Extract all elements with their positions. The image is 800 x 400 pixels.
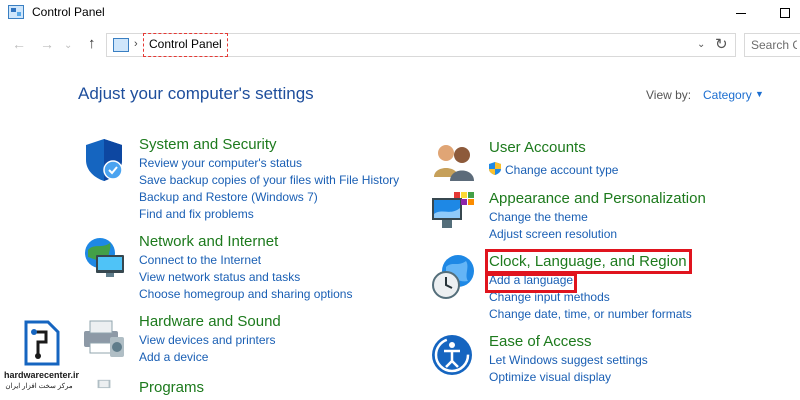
recent-locations-chevron-icon[interactable]: ⌄ <box>64 38 72 54</box>
refresh-icon[interactable]: ↻ <box>715 35 728 53</box>
watermark-logo: hardwarecenter.ir مرکز سخت افزار ایران <box>4 316 80 400</box>
category-title[interactable]: System and Security <box>139 136 277 153</box>
search-input[interactable] <box>744 33 800 57</box>
control-panel-icon <box>8 5 24 19</box>
watermark-subtext: مرکز سخت افزار ایران <box>5 383 73 390</box>
dropdown-caret-icon[interactable]: ▼ <box>755 89 764 99</box>
category-appearance-personalization: Appearance and Personalization Change th… <box>430 190 770 245</box>
category-ease-of-access: Ease of Access Let Windows suggest setti… <box>430 333 770 388</box>
page-title: Adjust your computer's settings <box>78 84 314 103</box>
link-file-history[interactable]: Save backup copies of your files with Fi… <box>139 173 399 187</box>
category-title[interactable]: Network and Internet <box>139 233 278 250</box>
link-change-theme[interactable]: Change the theme <box>489 210 588 224</box>
users-icon[interactable] <box>430 139 478 187</box>
link-suggest-settings[interactable]: Let Windows suggest settings <box>489 353 648 367</box>
printer-icon[interactable] <box>80 313 128 361</box>
link-screen-resolution[interactable]: Adjust screen resolution <box>489 227 617 241</box>
control-panel-icon <box>113 38 129 52</box>
title-bar: Control Panel <box>0 0 800 26</box>
highlight-add-language <box>485 273 577 293</box>
shield-icon[interactable] <box>80 136 128 184</box>
window-title: Control Panel <box>32 5 105 19</box>
category-user-accounts: User Accounts Change account type <box>430 139 770 181</box>
ease-of-access-icon[interactable] <box>430 333 478 381</box>
control-panel-window: Control Panel ← → ⌄ ↑ › Control Panel ⌄ … <box>0 0 800 400</box>
link-connect-internet[interactable]: Connect to the Internet <box>139 253 261 267</box>
back-arrow-icon[interactable]: ← <box>12 36 26 52</box>
maximize-icon <box>780 8 790 18</box>
hardwarecenter-logo-icon <box>24 320 60 366</box>
link-change-account-type[interactable]: Change account type <box>505 163 618 177</box>
category-title[interactable]: Hardware and Sound <box>139 313 281 330</box>
breadcrumb-chevron-icon[interactable]: › <box>134 38 138 50</box>
category-title[interactable]: Programs <box>139 379 204 396</box>
clock-globe-icon[interactable] <box>430 253 478 301</box>
category-programs: Programs <box>80 378 420 400</box>
category-title[interactable]: Appearance and Personalization <box>489 190 706 207</box>
link-network-status[interactable]: View network status and tasks <box>139 270 300 284</box>
link-devices-printers[interactable]: View devices and printers <box>139 333 276 347</box>
monitor-palette-icon[interactable] <box>430 190 478 238</box>
up-arrow-icon[interactable]: ↑ <box>88 36 96 52</box>
link-find-fix-problems[interactable]: Find and fix problems <box>139 207 254 221</box>
programs-icon[interactable] <box>80 378 128 400</box>
address-bar[interactable]: › Control Panel ⌄ ↻ <box>106 33 736 57</box>
maximize-button[interactable] <box>770 4 800 22</box>
link-backup-restore[interactable]: Backup and Restore (Windows 7) <box>139 190 318 204</box>
link-review-status[interactable]: Review your computer's status <box>139 156 302 170</box>
link-optimize-display[interactable]: Optimize visual display <box>489 370 611 384</box>
link-add-device[interactable]: Add a device <box>139 350 208 364</box>
category-hardware-and-sound: Hardware and Sound View devices and prin… <box>80 313 420 373</box>
category-title[interactable]: Ease of Access <box>489 333 592 350</box>
breadcrumb-control-panel[interactable]: Control Panel <box>143 33 228 57</box>
link-date-time-formats[interactable]: Change date, time, or number formats <box>489 307 692 321</box>
view-by-label: View by: <box>646 88 692 102</box>
address-dropdown-icon[interactable]: ⌄ <box>697 39 705 50</box>
minimize-icon <box>736 12 746 14</box>
uac-shield-icon <box>489 162 501 175</box>
highlight-clock-language-region <box>485 249 692 274</box>
forward-arrow-icon[interactable]: → <box>40 36 54 52</box>
watermark-text: hardwarecenter.ir <box>4 370 80 380</box>
category-network-and-internet: Network and Internet Connect to the Inte… <box>80 233 420 303</box>
minimize-button[interactable] <box>726 4 756 22</box>
view-by-dropdown[interactable]: Category <box>703 88 752 102</box>
link-homegroup[interactable]: Choose homegroup and sharing options <box>139 287 352 301</box>
network-globe-icon[interactable] <box>80 233 128 281</box>
category-system-and-security: System and Security Review your computer… <box>80 136 420 226</box>
category-title[interactable]: User Accounts <box>489 139 586 156</box>
navigation-bar: ← → ⌄ ↑ › Control Panel ⌄ ↻ <box>0 30 800 60</box>
